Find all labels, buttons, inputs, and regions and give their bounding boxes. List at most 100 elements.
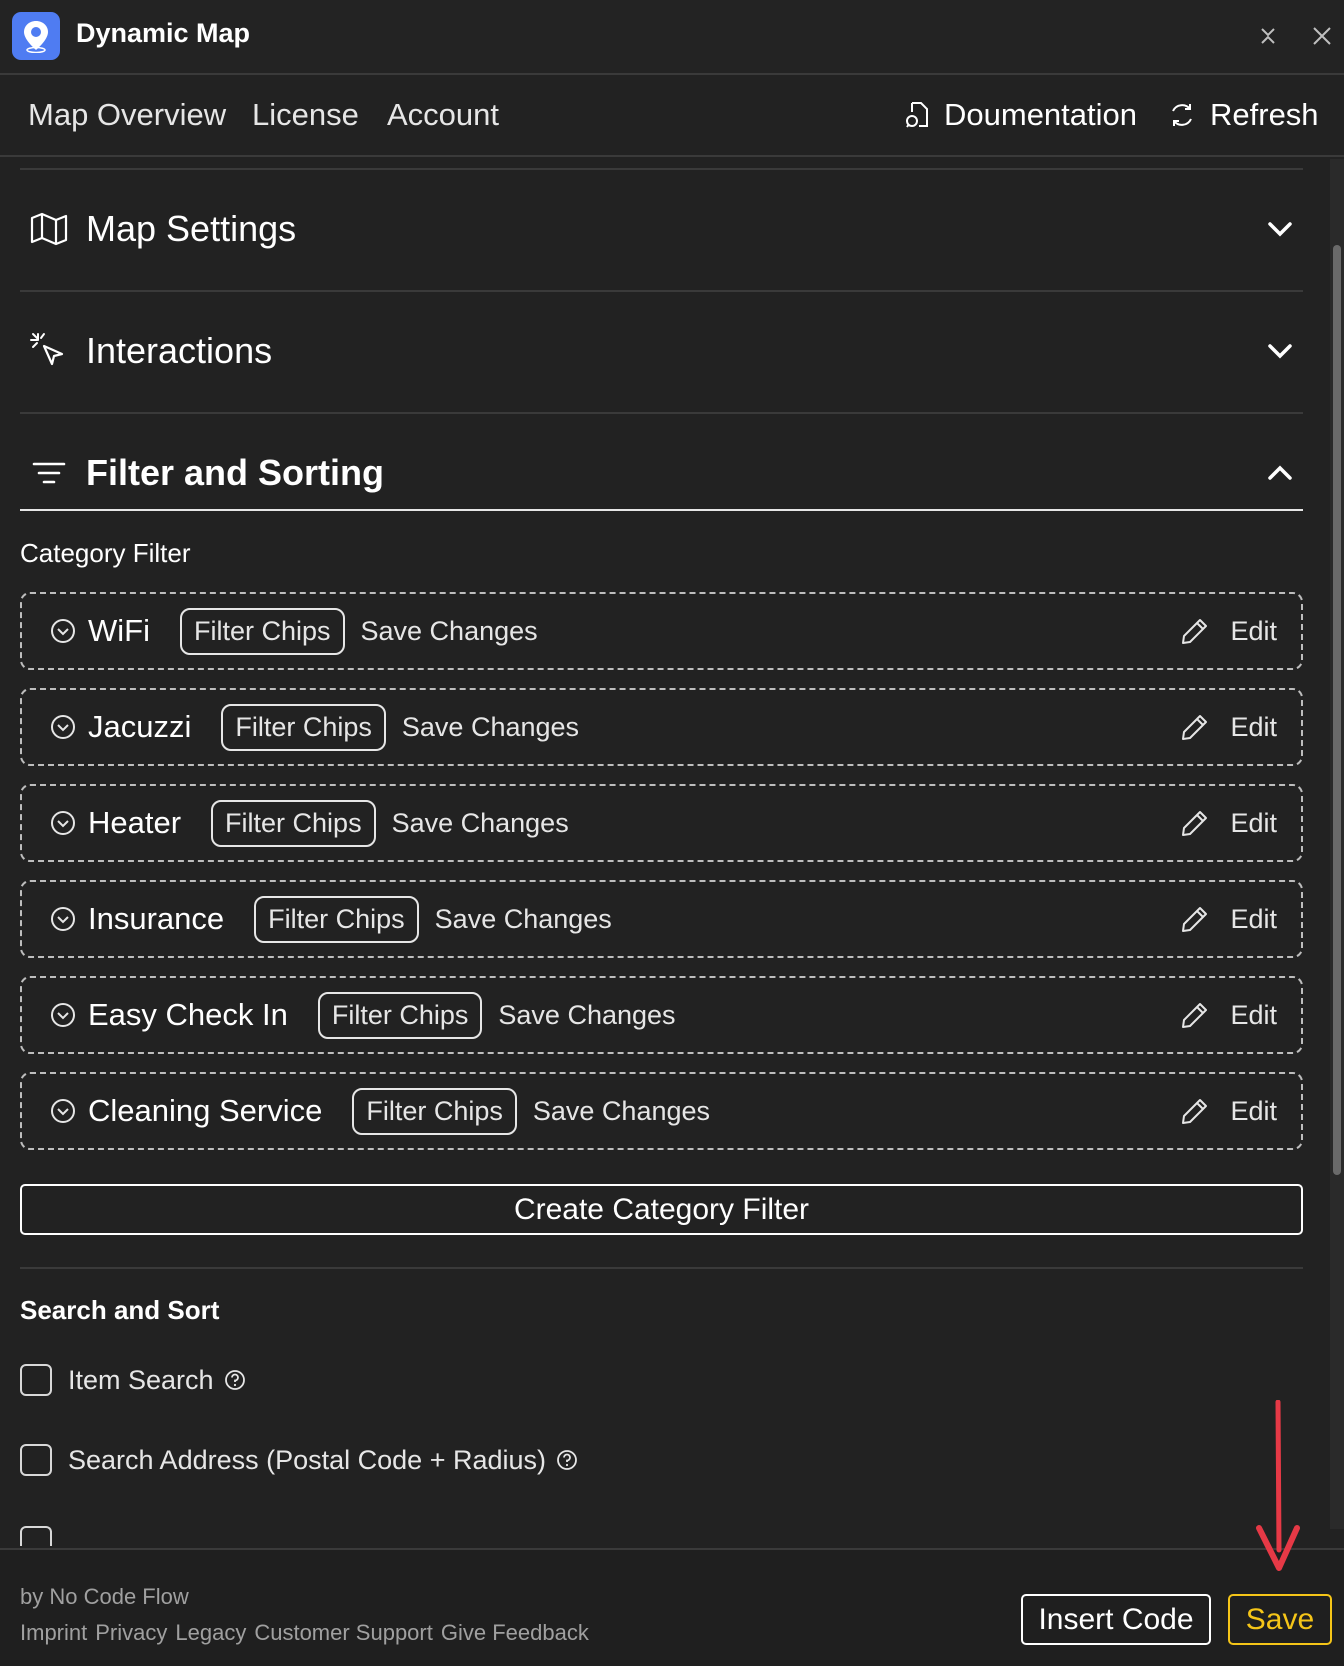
chevron-down-icon[interactable] — [1265, 336, 1295, 366]
map-pin-icon — [12, 12, 60, 60]
save-button[interactable]: Save — [1228, 1594, 1332, 1645]
footer-links: Imprint Privacy Legacy Customer Support … — [20, 1620, 597, 1646]
insert-code-button[interactable]: Insert Code — [1021, 1594, 1211, 1645]
legacy-link[interactable]: Legacy — [175, 1620, 246, 1646]
footer: by No Code Flow Imprint Privacy Legacy C… — [0, 1548, 1344, 1666]
filter-chips-badge: Filter Chips — [179, 607, 345, 655]
category-filter-heading: Category Filter — [20, 538, 191, 568]
privacy-link[interactable]: Privacy — [95, 1620, 167, 1646]
nav-license[interactable]: License — [252, 97, 359, 133]
chevron-circle-icon[interactable] — [50, 906, 76, 932]
edit-label: Edit — [1230, 615, 1277, 646]
edit-button[interactable]: Edit — [1180, 690, 1277, 764]
divider — [20, 1267, 1303, 1269]
edit-button[interactable]: Edit — [1180, 1074, 1277, 1148]
item-search-option[interactable]: Item Search — [20, 1364, 246, 1396]
edit-label: Edit — [1230, 807, 1277, 838]
pencil-icon — [1182, 907, 1208, 932]
help-icon[interactable] — [556, 1449, 578, 1471]
pencil-icon — [1182, 811, 1208, 836]
close-icon[interactable] — [1306, 20, 1338, 52]
minimize-icon[interactable] — [1252, 20, 1284, 52]
pencil-icon — [1182, 619, 1208, 644]
save-changes-text: Save Changes — [434, 903, 612, 934]
category-row[interactable]: Easy Check In Filter Chips Save Changes … — [20, 976, 1303, 1054]
refresh-icon — [1172, 104, 1192, 126]
chevron-circle-icon[interactable] — [50, 810, 76, 836]
search-address-checkbox[interactable] — [20, 1444, 52, 1476]
edit-button[interactable]: Edit — [1180, 882, 1277, 956]
edit-label: Edit — [1230, 1095, 1277, 1126]
map-icon — [30, 212, 68, 246]
scrollbar-thumb[interactable] — [1333, 245, 1341, 1175]
title-bar: Dynamic Map — [0, 0, 1344, 75]
save-changes-text: Save Changes — [532, 1095, 711, 1126]
pencil-icon — [1182, 715, 1208, 740]
save-changes-text: Save Changes — [401, 711, 580, 742]
section-title: Map Settings — [86, 208, 297, 249]
filter-chips-badge: Filter Chips — [254, 895, 419, 943]
category-name: WiFi — [88, 613, 150, 648]
category-row[interactable]: Insurance Filter Chips Save Changes Edit — [20, 880, 1303, 958]
edit-label: Edit — [1230, 999, 1277, 1030]
edit-button[interactable]: Edit — [1180, 978, 1277, 1052]
category-name: Insurance — [88, 901, 225, 936]
chevron-circle-icon[interactable] — [50, 714, 76, 740]
edit-label: Edit — [1230, 903, 1277, 934]
section-interactions[interactable]: Interactions — [20, 292, 1303, 410]
partial-checkbox[interactable] — [20, 1526, 52, 1546]
filter-chips-badge: Filter Chips — [317, 991, 483, 1039]
chevron-down-icon[interactable] — [1265, 214, 1295, 244]
section-map-settings[interactable]: Map Settings — [20, 170, 1303, 288]
item-search-checkbox[interactable] — [20, 1364, 52, 1396]
documentation-label: Doumentation — [944, 97, 1138, 132]
search-address-option[interactable]: Search Address (Postal Code + Radius) — [20, 1444, 578, 1476]
section-underline — [20, 509, 1303, 511]
category-row[interactable]: Heater Filter Chips Save Changes Edit — [20, 784, 1303, 862]
pencil-icon — [1182, 1099, 1208, 1124]
red-arrow-annotation — [1256, 1400, 1300, 1571]
chevron-up-icon[interactable] — [1265, 458, 1295, 488]
save-changes-text: Save Changes — [391, 807, 569, 838]
option-label: Search Address (Postal Code + Radius) — [68, 1444, 546, 1475]
category-row[interactable]: WiFi Filter Chips Save Changes Edit — [20, 592, 1303, 670]
chevron-circle-icon[interactable] — [50, 618, 76, 644]
save-changes-text: Save Changes — [498, 999, 676, 1030]
option-label: Item Search — [68, 1364, 214, 1395]
edit-button[interactable]: Edit — [1180, 594, 1277, 668]
help-icon[interactable] — [224, 1369, 246, 1391]
byline: by No Code Flow — [20, 1584, 189, 1609]
edit-button[interactable]: Edit — [1180, 786, 1277, 860]
pointer-click-icon — [30, 333, 64, 366]
save-changes-text: Save Changes — [360, 615, 538, 646]
filter-chips-badge: Filter Chips — [211, 799, 376, 847]
top-nav: Map Overview License Account Doumentatio… — [0, 77, 1344, 157]
refresh-button[interactable]: Refresh — [1168, 97, 1319, 133]
filter-chips-badge: Filter Chips — [221, 703, 386, 751]
edit-label: Edit — [1230, 711, 1277, 742]
documentation-link[interactable]: Doumentation — [904, 97, 1137, 133]
category-name: Heater — [88, 805, 182, 840]
chevron-circle-icon[interactable] — [50, 1002, 76, 1028]
category-row[interactable]: Cleaning Service Filter Chips Save Chang… — [20, 1072, 1303, 1150]
category-name: Easy Check In — [88, 997, 288, 1032]
category-name: Jacuzzi — [88, 709, 192, 744]
nav-account[interactable]: Account — [387, 97, 499, 133]
nav-map-overview[interactable]: Map Overview — [28, 97, 226, 133]
search-sort-heading: Search and Sort — [20, 1295, 220, 1325]
app-title: Dynamic Map — [76, 18, 251, 48]
give-feedback-link[interactable]: Give Feedback — [441, 1620, 589, 1646]
category-row[interactable]: Jacuzzi Filter Chips Save Changes Edit — [20, 688, 1303, 766]
section-title: Filter and Sorting — [86, 452, 385, 493]
document-icon — [906, 102, 928, 128]
section-title: Interactions — [86, 330, 273, 371]
customer-support-link[interactable]: Customer Support — [254, 1620, 433, 1646]
section-filter-and-sorting[interactable]: Filter and Sorting — [20, 414, 1303, 532]
filter-chips-badge: Filter Chips — [352, 1087, 517, 1135]
create-category-filter-button[interactable]: Create Category Filter — [20, 1184, 1303, 1235]
chevron-circle-icon[interactable] — [50, 1098, 76, 1124]
filter-lines-icon — [32, 462, 66, 484]
imprint-link[interactable]: Imprint — [20, 1620, 87, 1646]
pencil-icon — [1182, 1003, 1208, 1028]
category-name: Cleaning Service — [88, 1093, 323, 1128]
